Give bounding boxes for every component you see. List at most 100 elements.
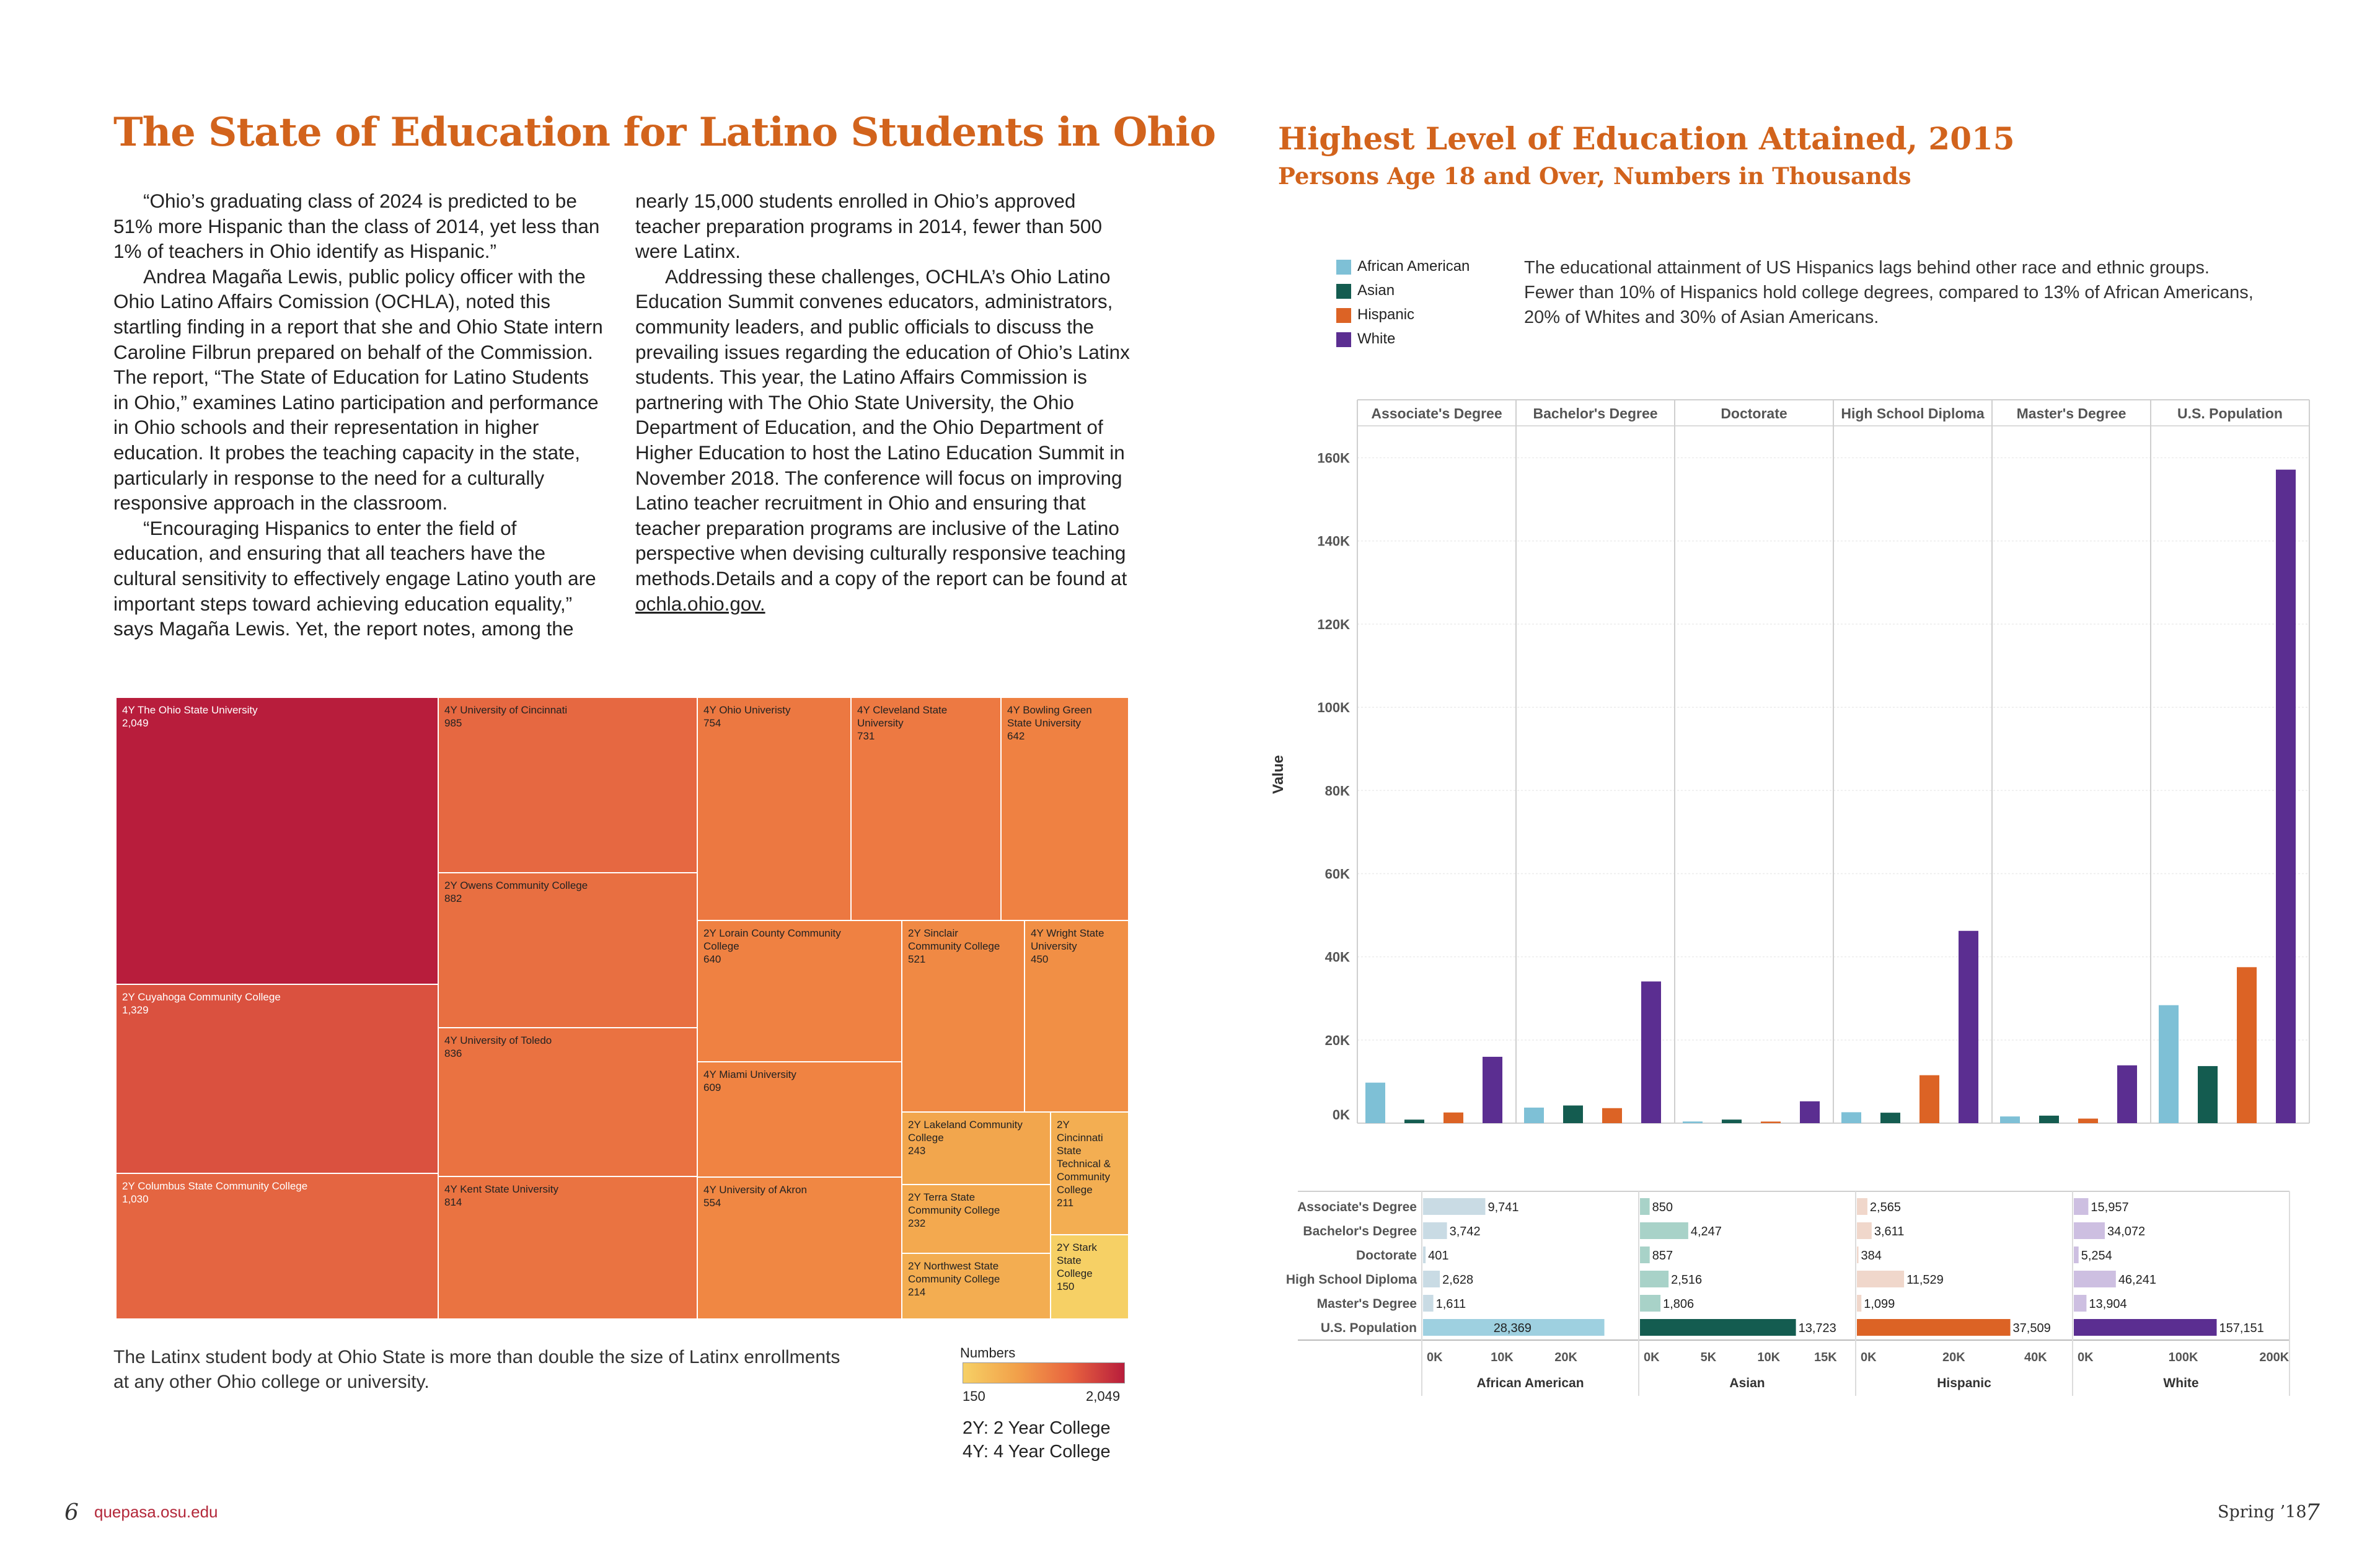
treemap-label: 4Y The Ohio State University — [122, 704, 258, 716]
key-2y: 2Y: 2 Year College — [963, 1418, 1111, 1438]
numbers-legend-max: 2,049 — [1086, 1388, 1121, 1404]
table-bar — [2074, 1271, 2116, 1287]
y-tick-label: 140K — [1317, 534, 1350, 549]
table-bar — [1857, 1295, 1862, 1312]
y-tick-label: 40K — [1325, 950, 1350, 965]
bar-white — [1483, 1056, 1502, 1123]
treemap-value: 731 — [857, 730, 875, 742]
treemap-label: 4Y University of Toledo — [444, 1035, 552, 1046]
bar-asian — [1880, 1113, 1900, 1123]
table-value-label: 1,611 — [1436, 1297, 1466, 1311]
treemap-label-line: 2Y Stark — [1057, 1242, 1097, 1253]
treemap-cell: 2Y Columbus State Community College1,030 — [116, 1173, 439, 1319]
treemap-value: 214 — [908, 1286, 925, 1298]
treemap-cell: 2Y Cuyahoga Community College1,329 — [116, 984, 439, 1174]
treemap-value: 521 — [908, 953, 925, 965]
table-bar — [1857, 1271, 1905, 1287]
table-bar — [2074, 1319, 2217, 1336]
y-tick-label: 80K — [1325, 783, 1350, 798]
treemap-cell: 4Y Miami University 609 — [697, 1061, 902, 1178]
table-bar — [2074, 1198, 2089, 1215]
treemap-cell: 4Y The Ohio State University2,049 — [116, 697, 439, 985]
row-label: Master's Degree — [1317, 1297, 1417, 1311]
article-column-2: nearly 15,000 students enrolled in Ohio’… — [635, 188, 1131, 616]
education-bar-table: Associate's Degree Bachelor's Degree Docto… — [1286, 1191, 2290, 1396]
table-bar — [1423, 1247, 1426, 1263]
legend-african-american: African American — [1336, 258, 1470, 275]
treemap-label: 4Y Miami University — [703, 1069, 796, 1080]
treemap-value: 150 — [1057, 1281, 1074, 1292]
table-value-label: 2,628 — [1442, 1273, 1473, 1287]
row-label: Associate's Degree — [1297, 1200, 1417, 1214]
table-value-label: 857 — [1652, 1249, 1673, 1263]
treemap-cell: 4Y Kent State University814 — [438, 1176, 698, 1319]
bar-asian — [1563, 1105, 1583, 1123]
treemap-label-line: 2Y Terra State — [908, 1191, 975, 1203]
treemap-cell: 2Y Owens Community College 882 — [438, 872, 698, 1028]
table-value-label: 11,529 — [1906, 1273, 1944, 1287]
treemap-label-line: 4Y The Ohio State University — [122, 704, 258, 716]
treemap-label: 2Y Columbus State Community College — [122, 1180, 307, 1192]
bar-white — [2117, 1065, 2137, 1123]
table-value-label: 850 — [1652, 1201, 1673, 1214]
treemap-value: 640 — [703, 953, 721, 965]
treemap-cell: 4Y Wright State University450 — [1024, 920, 1129, 1113]
treemap-cell: 4Y University of Cincinnati985 — [438, 697, 698, 873]
ochla-link[interactable]: ochla.ohio.gov. — [635, 593, 765, 615]
panel-header: Bachelor's Degree — [1533, 405, 1657, 421]
bar-african-american — [1365, 1082, 1385, 1123]
table-bar — [2074, 1222, 2105, 1239]
table-value-label: 13,723 — [1799, 1322, 1836, 1335]
treemap-label-line: College — [908, 1132, 944, 1144]
treemap-label-line: University — [857, 717, 904, 729]
treemap-cell: 2Y Cincinnati State Technical & Community Col… — [1050, 1111, 1129, 1235]
right-page-title: Highest Level of Education Attained, 201… — [1278, 120, 2015, 157]
y-axis-label: Value — [1270, 755, 1287, 794]
table-value-label: 3,742 — [1450, 1225, 1481, 1238]
table-value-label: 1,099 — [1864, 1297, 1895, 1311]
treemap-caption: The Latinx student body at Ohio State is… — [113, 1347, 840, 1392]
table-value-label: 15,957 — [2091, 1201, 2128, 1214]
treemap-label-line: 2Y Sinclair — [908, 927, 958, 939]
right-page-subtitle: Persons Age 18 and Over, Numbers in Thou… — [1278, 162, 1911, 190]
treemap-value: 1,329 — [122, 1004, 149, 1016]
table-value-label: 1,806 — [1663, 1297, 1694, 1311]
table-bar — [1857, 1247, 1859, 1263]
y-tick-label: 100K — [1317, 700, 1350, 715]
legend-label: White — [1357, 330, 1396, 347]
bar-african-american — [2159, 1005, 2179, 1123]
left-page-number: 6 — [64, 1500, 79, 1525]
table-value-label: 2,565 — [1870, 1201, 1901, 1214]
treemap-value: 243 — [908, 1145, 925, 1157]
table-bar — [2074, 1295, 2087, 1312]
treemap-label-line: 2Y Owens Community College — [444, 880, 588, 891]
table-bar — [1857, 1222, 1872, 1239]
bar-asian — [1722, 1119, 1742, 1123]
table-bar — [1640, 1222, 1688, 1239]
table-bar — [1640, 1271, 1669, 1287]
footer-issue: Spring ’18 — [2218, 1502, 2307, 1522]
treemap-value: 814 — [444, 1196, 462, 1208]
treemap-label-line: 2Y — [1057, 1119, 1070, 1131]
legend-swatch — [1336, 260, 1351, 275]
education-bar-chart: 0K 20K 40K 60K 80K 100K 120K 140K 160K Value Assoc… — [1270, 399, 2310, 1124]
bar-asian — [1404, 1119, 1424, 1123]
y-tick-label: 0K — [1333, 1107, 1350, 1123]
footer-url[interactable]: quepasa.osu.edu — [94, 1502, 218, 1522]
treemap-label-line: 2Y Northwest State — [908, 1260, 998, 1272]
panel-header: High School Diploma — [1841, 405, 1984, 421]
treemap-cell: 2Y Northwest State Community College214 — [901, 1253, 1051, 1319]
row-label: High School Diploma — [1286, 1273, 1417, 1287]
table-bar — [1857, 1198, 1867, 1215]
panel-header: U.S. Population — [2177, 405, 2283, 421]
x-tick-label: 40K — [2024, 1351, 2047, 1364]
treemap-cell-rect — [116, 697, 439, 985]
bar-african-american — [1683, 1121, 1703, 1123]
legend-label: Hispanic — [1357, 306, 1415, 323]
row-label: Bachelor's Degree — [1303, 1224, 1417, 1238]
y-tick-label: 120K — [1317, 617, 1350, 632]
treemap-cell-rect — [697, 697, 852, 921]
x-tick-label: 0K — [1861, 1351, 1877, 1364]
y-tick-label: 160K — [1317, 451, 1350, 466]
y-tick-label: 60K — [1325, 866, 1350, 881]
